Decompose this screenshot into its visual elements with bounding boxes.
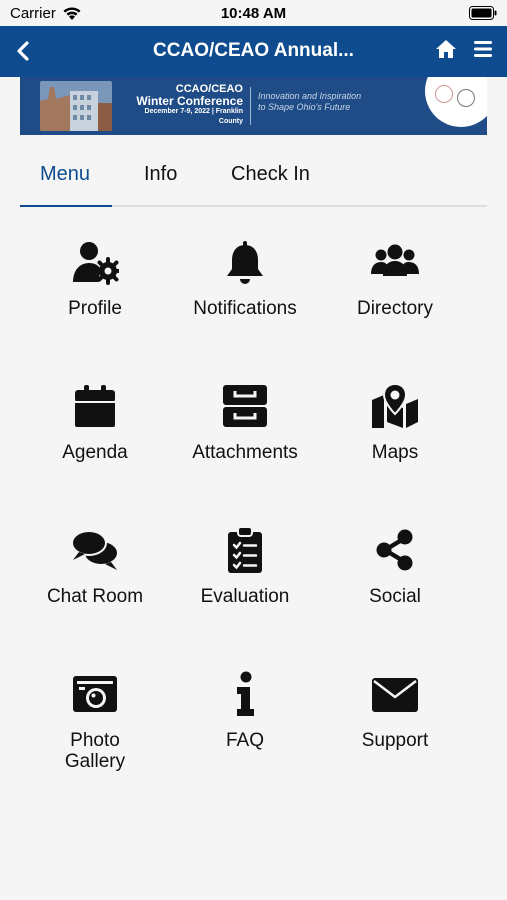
tile-label: Notifications	[193, 298, 297, 319]
banner-divider	[250, 87, 251, 125]
tile-label: Maps	[371, 442, 419, 463]
back-button[interactable]	[10, 36, 36, 66]
banner-tagline1: Innovation and Inspiration	[258, 91, 362, 101]
tile-profile[interactable]: Profile	[20, 230, 170, 350]
tab-menu[interactable]: Menu	[40, 163, 90, 186]
chevron-left-icon	[17, 41, 29, 61]
chat-icon	[71, 530, 119, 570]
tile-maps[interactable]: Maps	[320, 374, 470, 494]
ceao-logo	[457, 89, 475, 107]
tile-agenda[interactable]: Agenda	[20, 374, 170, 494]
banner-tagline2: to Shape Ohio's Future	[258, 102, 351, 112]
status-time: 10:48 AM	[220, 5, 287, 22]
conference-banner: CCAO/CEAO Winter Conference December 7-9…	[20, 77, 487, 135]
home-button[interactable]	[435, 38, 457, 60]
share-icon	[376, 529, 413, 571]
map-icon	[372, 382, 418, 428]
info-icon	[237, 671, 254, 716]
tab-check-in[interactable]: Check In	[231, 163, 310, 186]
banner-photo	[40, 81, 112, 131]
tile-faq[interactable]: FAQ	[170, 662, 320, 782]
camera-icon	[73, 676, 117, 712]
status-bar: Carrier 10:48 AM	[0, 0, 507, 26]
tile-social[interactable]: Social	[320, 518, 470, 638]
tile-attachments[interactable]: Attachments	[170, 374, 320, 494]
calendar-icon	[75, 385, 115, 427]
tile-label-line2: Gallery	[64, 751, 126, 772]
page-title: CCAO/CEAO Annual...	[153, 40, 354, 61]
tile-label: FAQ	[225, 730, 264, 751]
tile-label: Evaluation	[200, 586, 290, 607]
banner-title: CCAO/CEAO Winter Conference December 7-9…	[120, 83, 243, 127]
tile-label: Attachments	[192, 442, 298, 463]
user-gear-icon	[73, 242, 119, 285]
tile-label-line1: Photo	[70, 730, 120, 751]
sponsor-logos	[425, 77, 487, 127]
tab-info[interactable]: Info	[144, 163, 177, 186]
tile-evaluation[interactable]: Evaluation	[170, 518, 320, 638]
active-tab-indicator	[20, 205, 112, 207]
bell-icon	[227, 241, 263, 284]
ccao-logo	[435, 85, 453, 103]
banner-line2: Winter Conference	[136, 94, 243, 108]
tile-directory[interactable]: Directory	[320, 230, 470, 350]
tile-photo-gallery[interactable]: Photo Gallery	[20, 662, 170, 782]
tab-bar: Menu Info Check In	[20, 155, 487, 207]
tile-notifications[interactable]: Notifications	[170, 230, 320, 350]
clipboard-check-icon	[228, 526, 262, 573]
tile-label: Agenda	[62, 442, 128, 463]
battery-icon	[469, 6, 497, 20]
banner-tagline: Innovation and Inspiration to Shape Ohio…	[258, 91, 361, 113]
hamburger-menu-button[interactable]	[473, 38, 493, 60]
tile-label: Directory	[356, 298, 433, 319]
users-icon	[371, 244, 419, 276]
tile-label: Photo Gallery	[20, 730, 170, 772]
file-cabinet-icon	[223, 385, 267, 427]
tile-label: Profile	[68, 298, 122, 319]
nav-bar: CCAO/CEAO Annual...	[0, 26, 507, 77]
tile-support[interactable]: Support	[320, 662, 470, 782]
tile-label: Chat Room	[46, 586, 144, 607]
tile-chat-room[interactable]: Chat Room	[20, 518, 170, 638]
envelope-icon	[372, 678, 418, 712]
banner-line3: December 7-9, 2022 | Franklin County	[144, 108, 243, 125]
tile-label: Support	[361, 730, 429, 751]
tile-label: Social	[369, 586, 421, 607]
